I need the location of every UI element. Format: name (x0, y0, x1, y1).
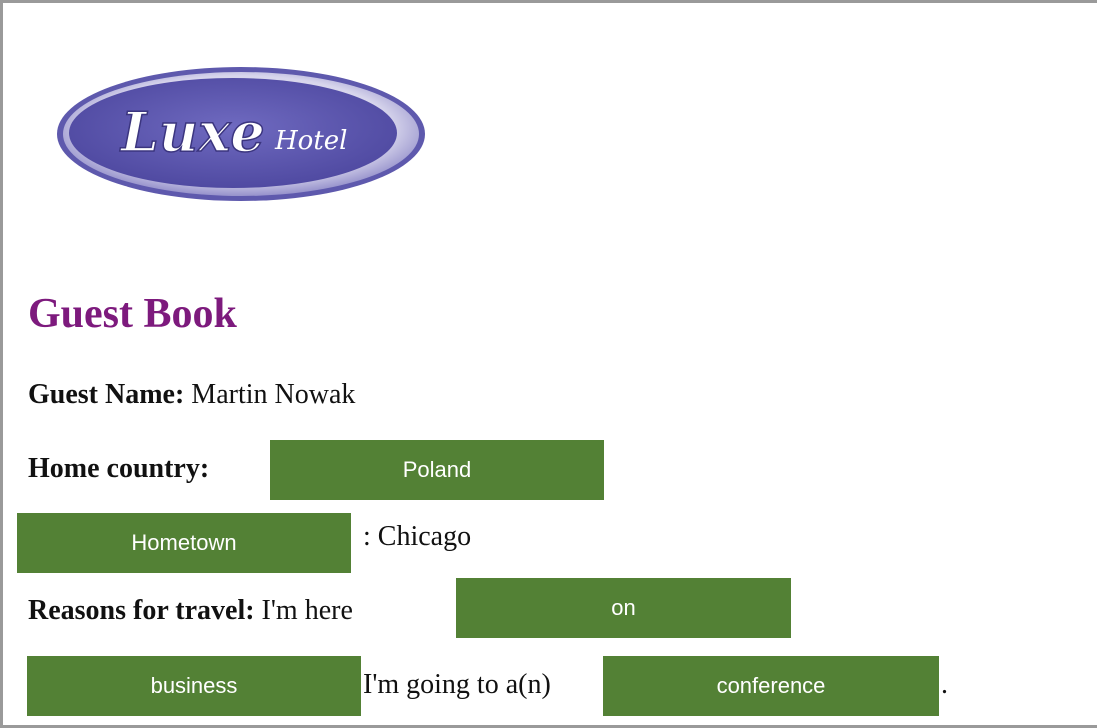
home-country-row: Home country: (28, 455, 209, 483)
home-country-answer[interactable]: Poland (270, 440, 604, 500)
reasons-text-middle: I'm going to a(n) (363, 669, 551, 700)
guest-name-value: Martin Nowak (191, 379, 356, 410)
reasons-answer-business[interactable]: business (27, 656, 361, 716)
page-frame: Luxe Hotel Guest Book Guest Name: Martin… (0, 0, 1097, 728)
hometown-answer[interactable]: Hometown (17, 513, 351, 573)
luxe-hotel-logo: Luxe Hotel (57, 67, 425, 201)
reasons-text-end: . (941, 669, 948, 700)
guest-name-row: Guest Name: Martin Nowak (28, 381, 355, 409)
logo-text-hotel: Hotel (274, 126, 347, 156)
guest-name-label: Guest Name: (28, 379, 185, 410)
reasons-answer-conference[interactable]: conference (603, 656, 939, 716)
reasons-label: Reasons for travel: (28, 595, 255, 626)
logo-text-luxe: Luxe (119, 100, 265, 164)
home-country-label: Home country: (28, 453, 210, 484)
reasons-text-before: I'm here (261, 595, 353, 626)
reasons-row: Reasons for travel: I'm here (28, 597, 353, 625)
hometown-value: : Chicago (363, 521, 472, 552)
page-title: Guest Book (28, 291, 237, 337)
reasons-answer-on[interactable]: on (456, 578, 791, 638)
